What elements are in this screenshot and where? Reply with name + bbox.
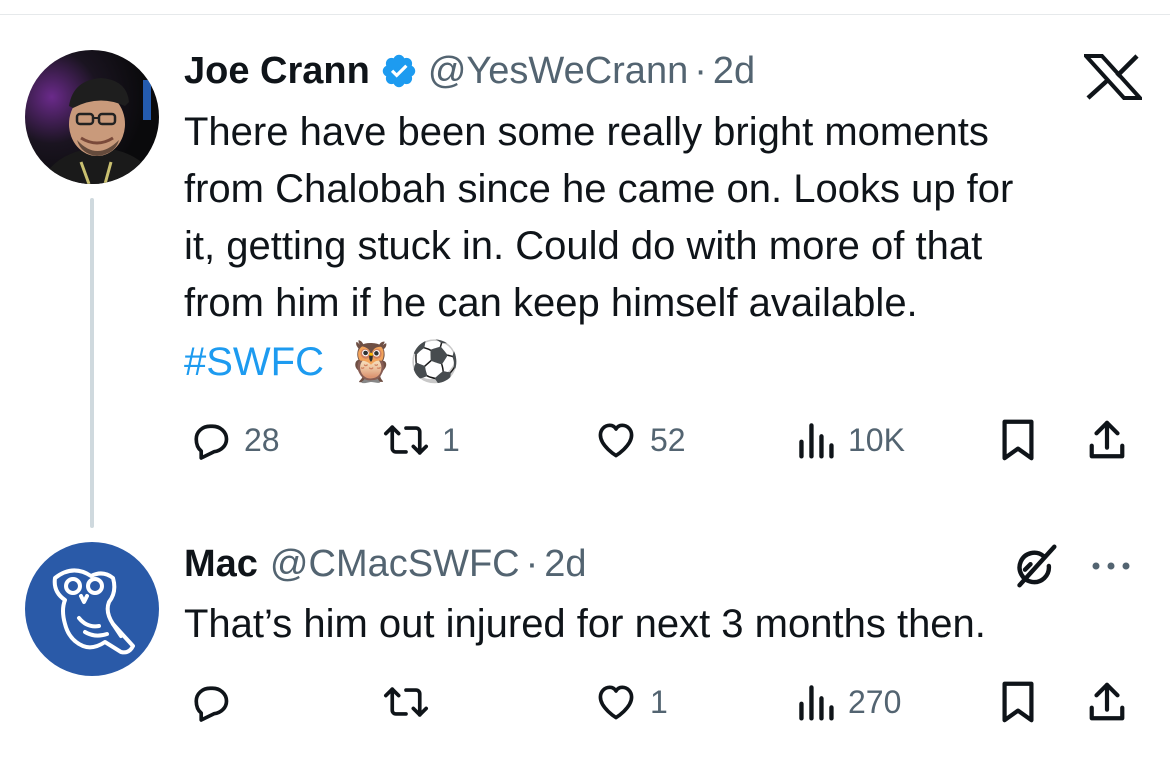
display-name[interactable]: Joe Crann <box>184 49 370 93</box>
timestamp[interactable]: 2d <box>544 542 586 586</box>
views-button[interactable]: 10K <box>796 414 905 466</box>
tweet-menu-icons <box>1012 544 1132 593</box>
reply-count: 28 <box>244 421 280 458</box>
view-count: 10K <box>848 421 905 458</box>
retweet-button[interactable]: 1 <box>382 414 460 466</box>
like-button[interactable]: 1 <box>594 676 668 728</box>
share-icon <box>1089 682 1125 721</box>
display-name[interactable]: Mac <box>184 542 258 586</box>
separator-dot: · <box>525 543 539 585</box>
hashtag-line: #SWFC 🦉 ⚽ <box>184 334 460 391</box>
share-button[interactable] <box>1086 414 1128 466</box>
separator-dot: · <box>694 50 707 92</box>
like-icon <box>598 685 634 720</box>
tweet-header: Joe Crann @YesWeCrann · 2d <box>184 49 755 93</box>
x-logo-icon[interactable] <box>1081 54 1145 100</box>
retweet-icon <box>384 425 428 455</box>
bookmark-icon <box>1002 681 1034 723</box>
bookmark-button[interactable] <box>998 676 1038 728</box>
more-icon[interactable] <box>1090 556 1132 581</box>
owl-emoji-icon: 🦉 <box>346 340 396 384</box>
view-count: 270 <box>848 683 902 720</box>
retweet-count: 1 <box>442 421 460 458</box>
user-handle[interactable]: @YesWeCrann <box>428 49 688 93</box>
grok-icon[interactable] <box>1012 544 1060 593</box>
avatar-joe-crann[interactable] <box>25 50 159 184</box>
top-divider <box>0 14 1170 15</box>
like-count: 52 <box>650 421 686 458</box>
avatar-mac[interactable] <box>25 542 159 676</box>
soccer-ball-emoji-icon: ⚽ <box>409 340 460 384</box>
thread-connector-line <box>90 198 94 528</box>
views-icon <box>799 685 834 721</box>
views-icon <box>799 423 834 459</box>
verified-badge-icon <box>380 52 418 90</box>
views-button[interactable]: 270 <box>796 676 901 728</box>
like-icon <box>598 423 634 458</box>
reply-icon <box>194 686 229 722</box>
tweet-header: Mac @CMacSWFC · 2d <box>184 542 587 586</box>
reply-icon <box>194 424 229 460</box>
user-handle[interactable]: @CMacSWFC <box>270 542 520 586</box>
tweet-action-bar: 1 270 <box>184 676 1144 728</box>
bookmark-button[interactable] <box>998 414 1038 466</box>
like-count: 1 <box>650 683 668 720</box>
tweet-action-bar: 28 1 52 10K <box>184 414 1144 466</box>
hashtag-link[interactable]: #SWFC <box>184 334 324 391</box>
reply-button[interactable]: 28 <box>188 414 280 466</box>
timestamp[interactable]: 2d <box>713 49 755 93</box>
bookmark-icon <box>1002 419 1034 461</box>
share-button[interactable] <box>1086 676 1128 728</box>
share-icon <box>1089 420 1125 459</box>
tweet-text: There have been some really bright momen… <box>184 110 1014 325</box>
retweet-icon <box>384 687 428 717</box>
like-button[interactable]: 52 <box>594 414 686 466</box>
reply-button[interactable] <box>188 676 244 728</box>
tweet-text: That’s him out injured for next 3 months… <box>184 602 986 646</box>
retweet-button[interactable] <box>382 676 442 728</box>
